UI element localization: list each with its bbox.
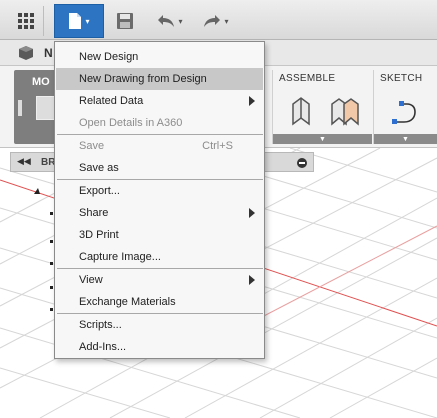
menu-item-label: Export... bbox=[79, 185, 120, 197]
menu-item-label: Save bbox=[79, 140, 105, 152]
undo-icon bbox=[158, 15, 175, 27]
menu-item-share[interactable]: Share bbox=[56, 202, 263, 224]
redo-button[interactable]: ▾ bbox=[196, 6, 236, 36]
menu-item-related-data[interactable]: Related Data bbox=[56, 90, 263, 112]
menu-item-3d-print[interactable]: 3D Print bbox=[56, 224, 263, 246]
collapse-arrows-icon[interactable]: ◀◀ bbox=[17, 156, 31, 167]
menu-item-label: Exchange Materials bbox=[79, 296, 176, 308]
assemble-panel: ASSEMBLE ▼ bbox=[272, 70, 372, 144]
menu-item-exchange-materials[interactable]: Exchange Materials bbox=[56, 291, 263, 313]
workspace-label: MO bbox=[32, 76, 50, 88]
document-tab-label[interactable]: N bbox=[44, 46, 53, 60]
menu-item-label: Scripts... bbox=[79, 319, 122, 331]
menu-item-new-design[interactable]: New Design bbox=[56, 46, 263, 68]
joint-icon[interactable] bbox=[289, 96, 313, 126]
menu-item-open-details: Open Details in A360 bbox=[56, 112, 263, 134]
menu-item-label: Related Data bbox=[79, 95, 144, 107]
menu-item-label: New Design bbox=[79, 51, 139, 63]
menu-item-capture-image[interactable]: Capture Image... bbox=[56, 246, 263, 268]
create-sketch-icon[interactable] bbox=[390, 100, 420, 126]
menu-item-label: 3D Print bbox=[79, 229, 119, 241]
submenu-arrow-icon bbox=[249, 208, 255, 218]
menu-item-add-ins[interactable]: Add-Ins... bbox=[56, 336, 263, 358]
menu-item-label: Capture Image... bbox=[79, 251, 161, 263]
menu-item-label: View bbox=[79, 274, 103, 286]
browser-close-icon[interactable] bbox=[297, 158, 307, 168]
grid-icon bbox=[17, 13, 34, 29]
menu-item-export[interactable]: Export... bbox=[56, 180, 263, 202]
file-icon bbox=[69, 13, 82, 29]
sketch-caret: ▼ bbox=[402, 135, 409, 143]
submenu-arrow-icon bbox=[249, 275, 255, 285]
design-cube-icon bbox=[19, 46, 33, 60]
undo-button[interactable]: ▾ bbox=[150, 6, 190, 36]
menu-item-label: Open Details in A360 bbox=[79, 117, 183, 129]
menu-item-label: New Drawing from Design bbox=[79, 73, 207, 85]
menu-item-save: Save Ctrl+S bbox=[56, 135, 263, 157]
submenu-arrow-icon bbox=[249, 96, 255, 106]
as-built-joint-icon[interactable] bbox=[329, 96, 361, 126]
save-icon bbox=[117, 13, 133, 29]
save-button[interactable] bbox=[112, 6, 138, 36]
menu-item-label: Add-Ins... bbox=[79, 341, 127, 353]
sketch-panel: SKETCH ▼ bbox=[373, 70, 437, 144]
menu-item-label: Share bbox=[79, 207, 109, 219]
data-panel-button[interactable] bbox=[8, 6, 44, 36]
undo-caret: ▾ bbox=[178, 16, 183, 26]
sketch-panel-title: SKETCH bbox=[380, 73, 423, 84]
assemble-caret: ▼ bbox=[319, 135, 326, 143]
sketch-panel-dropdown[interactable]: ▼ bbox=[374, 134, 437, 144]
menu-item-label: Save as bbox=[79, 162, 119, 174]
file-menu-caret: ▾ bbox=[85, 16, 90, 26]
redo-icon bbox=[204, 15, 221, 27]
assemble-panel-title: ASSEMBLE bbox=[279, 73, 336, 84]
menu-item-scripts[interactable]: Scripts... bbox=[56, 314, 263, 336]
menu-item-view[interactable]: View bbox=[56, 269, 263, 291]
assemble-panel-dropdown[interactable]: ▼ bbox=[273, 134, 372, 144]
menu-item-save-as[interactable]: Save as bbox=[56, 157, 263, 179]
redo-caret: ▾ bbox=[224, 16, 229, 26]
quick-access-toolbar: ▾ ▾ ▾ bbox=[0, 0, 437, 40]
file-dropdown-menu: New Design New Drawing from Design Relat… bbox=[54, 41, 265, 359]
save-shortcut: Ctrl+S bbox=[202, 140, 233, 152]
grip-icon bbox=[18, 100, 22, 116]
menu-item-new-drawing-from-design[interactable]: New Drawing from Design bbox=[56, 68, 263, 90]
file-menu-button[interactable]: ▾ bbox=[54, 4, 104, 38]
